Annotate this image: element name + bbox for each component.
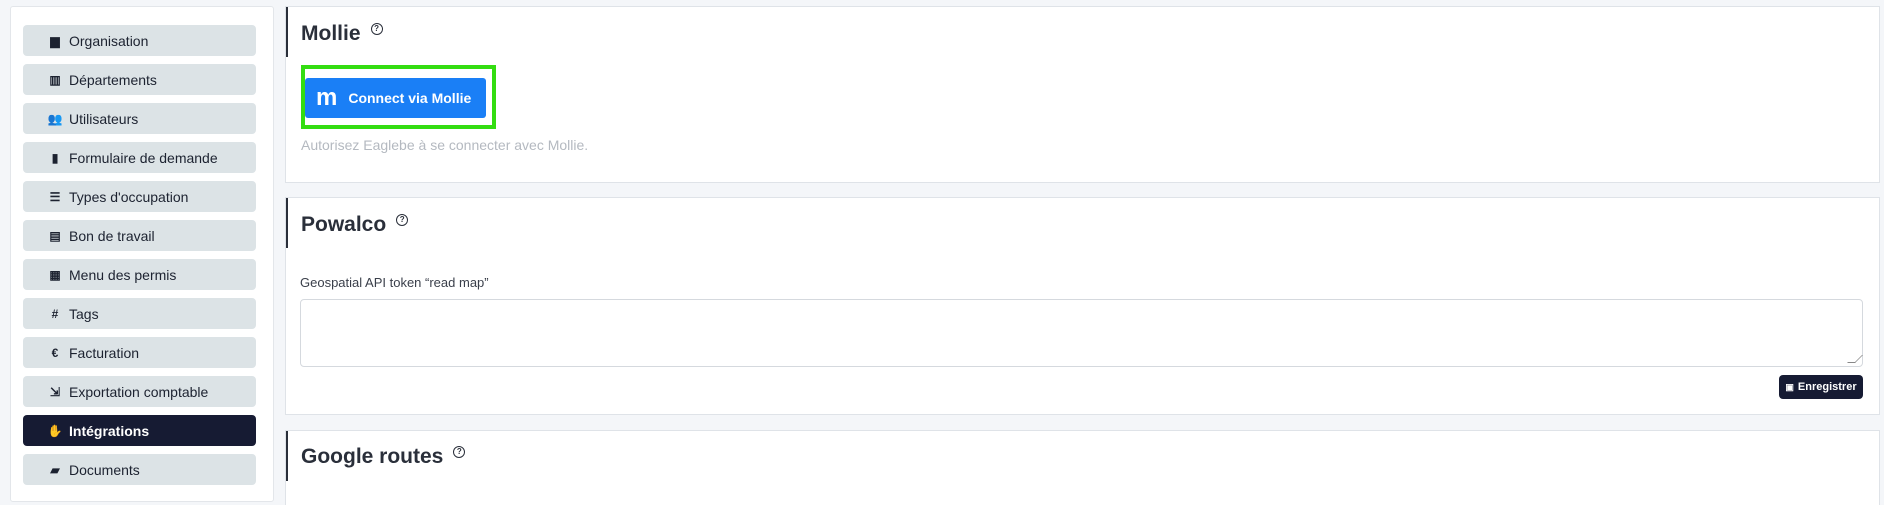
sidebar-item-exportation-comptable[interactable]: ⇲ Exportation comptable — [23, 376, 256, 407]
save-button-label: Enregistrer — [1797, 381, 1857, 393]
sidebar-item-integrations[interactable]: ✋ Intégrations — [23, 415, 256, 446]
sidebar-item-label: Organisation — [69, 32, 149, 49]
section-title-text: Powalco — [301, 213, 387, 236]
sidebar-item-label: Menu des permis — [69, 266, 177, 283]
sidebar-item-formulaire-de-demande[interactable]: ▮ Formulaire de demande — [23, 142, 256, 173]
geospatial-token-wrapper — [300, 299, 1863, 367]
clipboard-icon: ▮ — [51, 150, 59, 165]
powalco-title: Powalco ? — [301, 213, 409, 237]
sidebar-item-label: Bon de travail — [69, 227, 155, 244]
sidebar-item-label: Documents — [69, 461, 140, 478]
hashtag-icon: # — [51, 306, 59, 321]
google-routes-card: Google routes ? — [285, 430, 1880, 505]
columns-icon: ▥ — [49, 72, 61, 87]
table-icon: ▦ — [49, 267, 61, 282]
geospatial-token-label: Geospatial API token “read map” — [300, 275, 489, 290]
connect-mollie-button[interactable]: m Connect via Mollie — [305, 78, 486, 118]
help-icon[interactable]: ? — [453, 446, 466, 458]
sidebar-item-tags[interactable]: # Tags — [23, 298, 256, 329]
section-title-text: Mollie — [301, 22, 361, 45]
sidebar-item-label: Formulaire de demande — [69, 149, 218, 166]
section-accent-bar — [286, 198, 288, 248]
floppy-disk-icon: ▣ — [1785, 381, 1794, 392]
sidebar-item-label: Types d'occupation — [69, 188, 189, 205]
save-button[interactable]: ▣ Enregistrer — [1779, 375, 1863, 399]
file-export-icon: ⇲ — [49, 384, 61, 399]
mollie-hint: Autorisez Eaglebe à se connecter avec Mo… — [301, 137, 589, 153]
sidebar-item-label: Utilisateurs — [69, 110, 139, 127]
geospatial-token-input[interactable] — [300, 299, 1863, 367]
sidebar-item-label: Départements — [69, 71, 157, 88]
euro-icon: € — [51, 345, 59, 360]
sidebar-item-bon-de-travail[interactable]: ▤ Bon de travail — [23, 220, 256, 251]
signpost-icon: ☰ — [49, 189, 61, 204]
sidebar-item-departements[interactable]: ▥ Départements — [23, 64, 256, 95]
sidebar-item-documents[interactable]: ▰ Documents — [23, 454, 256, 485]
building-icon: ▆ — [50, 33, 60, 48]
google-routes-title: Google routes ? — [301, 445, 466, 469]
sidebar-item-label: Exportation comptable — [69, 383, 209, 400]
folder-open-icon: ▰ — [50, 462, 60, 477]
mollie-card: Mollie ? m Connect via Mollie Autorisez … — [285, 6, 1880, 183]
sidebar-item-label: Intégrations — [69, 422, 150, 439]
sidebar-item-label: Facturation — [69, 344, 140, 361]
help-icon[interactable]: ? — [396, 214, 409, 226]
connect-mollie-label: Connect via Mollie — [348, 90, 472, 106]
section-accent-bar — [286, 7, 288, 57]
settings-sidebar: ▆ Organisation ▥ Départements 👥 Utilisat… — [10, 6, 274, 502]
sidebar-item-utilisateurs[interactable]: 👥 Utilisateurs — [23, 103, 256, 134]
sidebar-item-menu-des-permis[interactable]: ▦ Menu des permis — [23, 259, 256, 290]
section-title-text: Google routes — [301, 445, 444, 468]
sidebar-item-types-occupation[interactable]: ☰ Types d'occupation — [23, 181, 256, 212]
help-icon[interactable]: ? — [370, 23, 383, 35]
sidebar-item-facturation[interactable]: € Facturation — [23, 337, 256, 368]
users-icon: 👥 — [47, 111, 63, 126]
sidebar-item-label: Tags — [69, 305, 99, 322]
file-icon: ▤ — [49, 228, 61, 243]
handshake-icon: ✋ — [47, 423, 63, 438]
mollie-logo-icon: m — [316, 84, 337, 111]
sidebar-item-organisation[interactable]: ▆ Organisation — [23, 25, 256, 56]
section-accent-bar — [286, 431, 288, 481]
mollie-title: Mollie ? — [301, 22, 383, 46]
